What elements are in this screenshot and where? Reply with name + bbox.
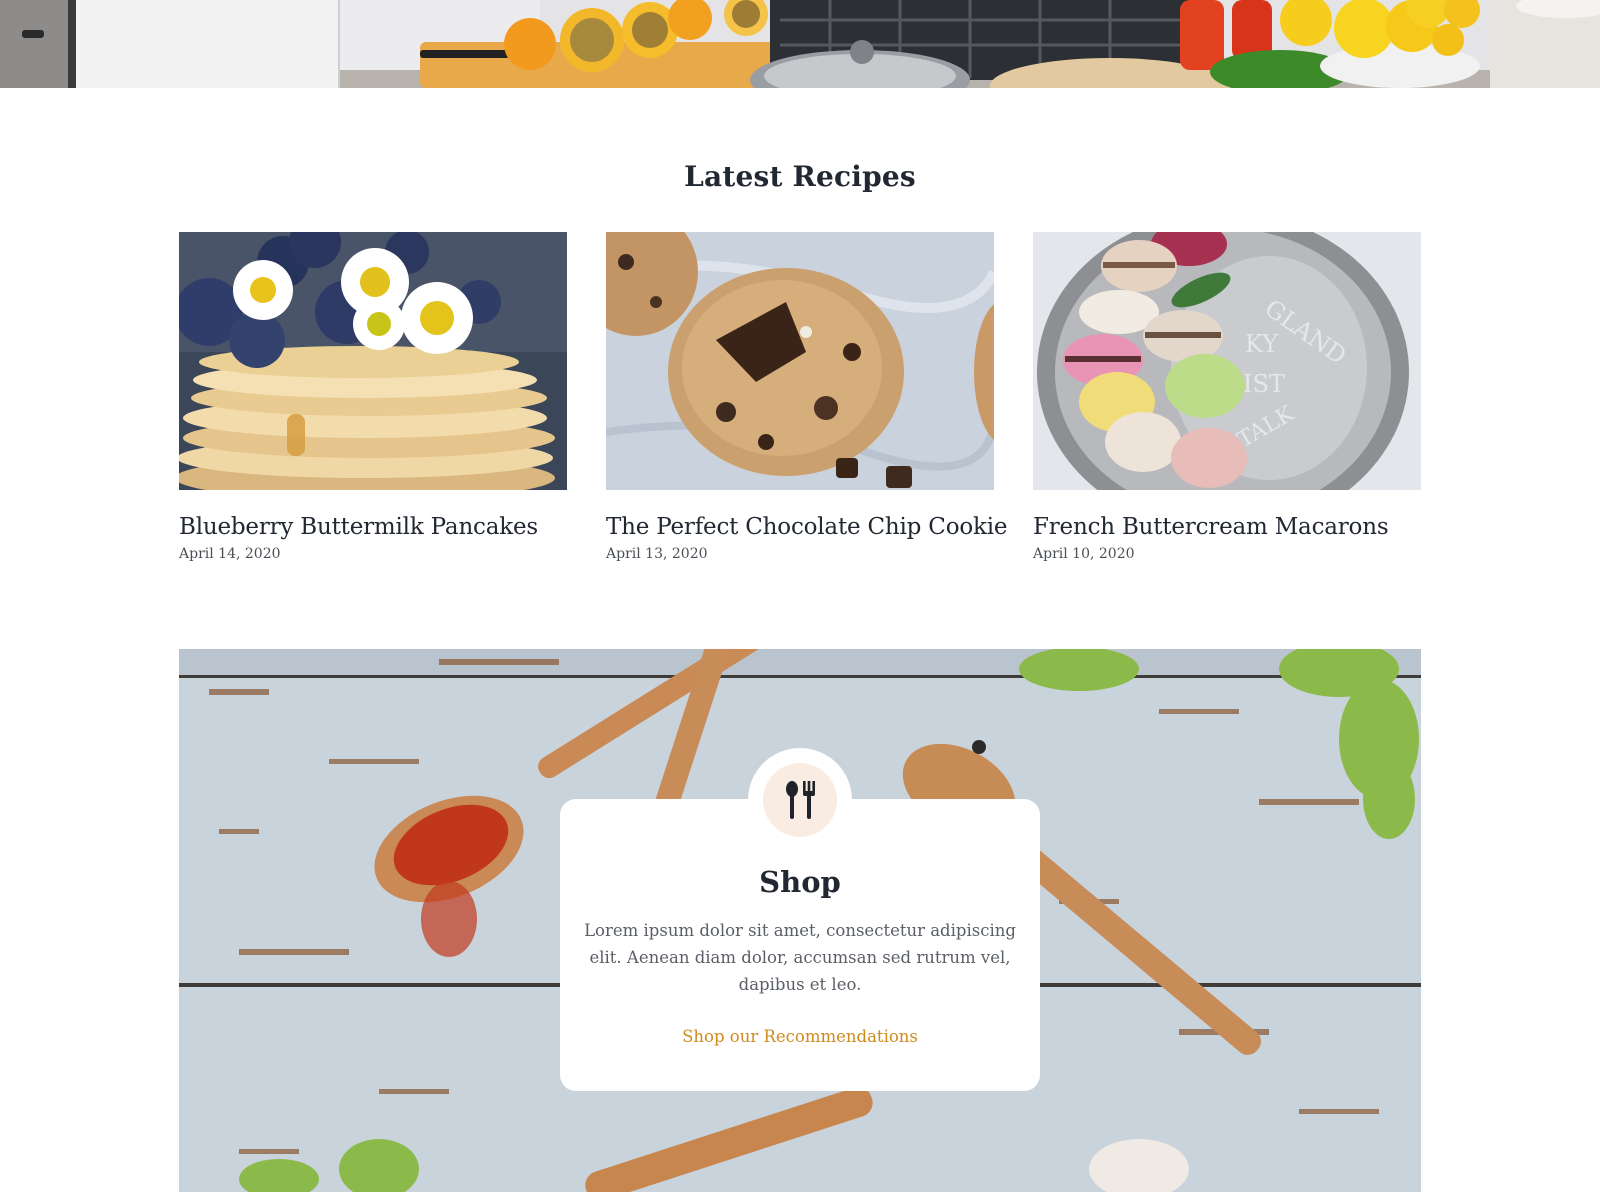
recipe-title[interactable]: French Buttercream Macarons (1033, 514, 1421, 540)
macarons-photo[interactable]: GLAND KY IST TALK (1033, 232, 1421, 490)
latest-recipes-heading: Latest Recipes (684, 160, 916, 193)
recipe-card[interactable]: Blueberry Buttermilk Pancakes April 14, … (179, 232, 567, 562)
shop-description: Lorem ipsum dolor sit amet, consectetur … (584, 921, 1016, 994)
utensils-icon (763, 763, 837, 837)
svg-text:KY: KY (1245, 330, 1279, 358)
hero-kitchen-photo (0, 0, 1600, 88)
recipe-card[interactable]: GLAND KY IST TALK French Buttercream Mac… (1033, 232, 1421, 562)
shop-title: Shop (759, 865, 841, 899)
recipe-date: April 10, 2020 (1033, 546, 1135, 562)
shop-recommendations-link[interactable]: Shop our Recommendations (560, 1027, 1040, 1046)
recipe-list: Blueberry Buttermilk Pancakes April 14, … (179, 232, 1421, 562)
recipe-date: April 14, 2020 (179, 546, 281, 562)
blueberry-pancakes-photo[interactable] (179, 232, 567, 490)
svg-text:IST: IST (1243, 370, 1285, 398)
recipe-date: April 13, 2020 (606, 546, 708, 562)
chocolate-chip-cookie-photo[interactable] (606, 232, 994, 490)
recipe-title[interactable]: Blueberry Buttermilk Pancakes (179, 514, 567, 540)
recipe-title[interactable]: The Perfect Chocolate Chip Cookie (606, 514, 1008, 540)
recipe-card[interactable]: The Perfect Chocolate Chip Cookie April … (606, 232, 1008, 562)
